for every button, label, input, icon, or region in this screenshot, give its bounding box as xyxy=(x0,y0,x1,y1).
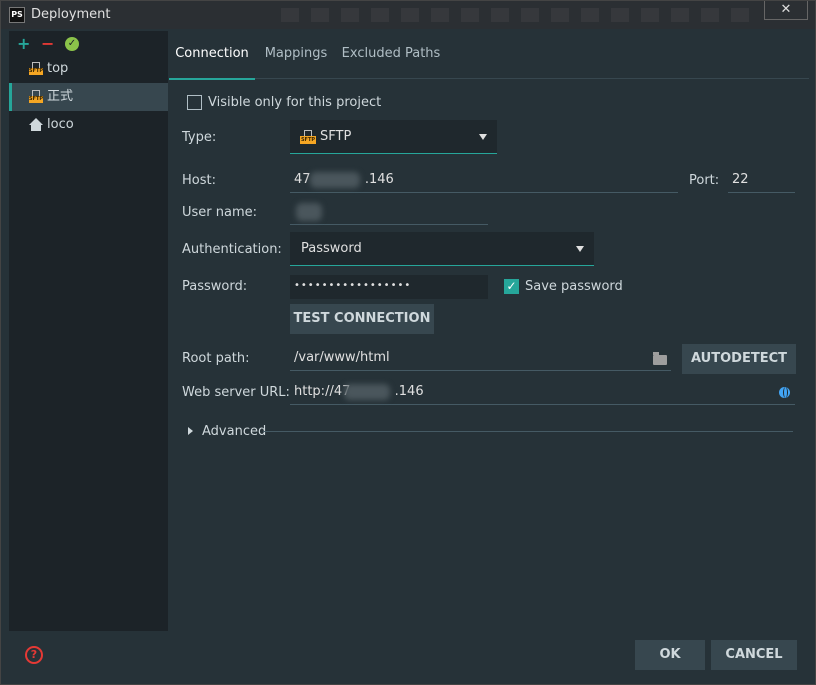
phpstorm-app-icon: PS xyxy=(9,7,25,23)
port-input[interactable]: 22 xyxy=(728,169,795,193)
type-dropdown[interactable]: SFTP SFTP xyxy=(290,120,497,154)
test-connection-button[interactable]: TEST CONNECTION xyxy=(290,304,434,334)
server-item-top[interactable]: SFTP top xyxy=(9,55,168,83)
tab-bar: Connection Mappings Excluded Paths xyxy=(169,31,809,80)
deployment-dialog: PS Deployment ✕ + − ✓ SFTP top SFTP 正式 l… xyxy=(0,0,816,685)
host-label: Host: xyxy=(182,173,216,188)
cancel-button[interactable]: CANCEL xyxy=(711,640,797,670)
server-item-label: top xyxy=(47,61,69,76)
server-list: SFTP top SFTP 正式 loco xyxy=(9,55,168,139)
visible-only-checkbox[interactable] xyxy=(187,95,202,110)
host-value-suffix: .146 xyxy=(364,172,394,187)
authentication-dropdown[interactable]: Password xyxy=(290,232,594,266)
selection-indicator xyxy=(9,83,12,111)
server-item-label: loco xyxy=(47,117,74,132)
set-default-icon[interactable]: ✓ xyxy=(65,37,79,51)
sftp-icon: SFTP xyxy=(29,62,43,76)
server-item-loco[interactable]: loco xyxy=(9,111,168,139)
server-sidebar: + − ✓ SFTP top SFTP 正式 loco xyxy=(9,31,168,631)
password-input[interactable]: ••••••••••••••••• xyxy=(290,275,488,299)
advanced-divider xyxy=(263,431,793,432)
host-input[interactable]: 47 .146 xyxy=(290,169,678,193)
host-value-prefix: 47 xyxy=(294,172,311,187)
root-path-value: /var/www/html xyxy=(294,350,390,365)
remove-server-icon[interactable]: − xyxy=(41,35,54,53)
type-label: Type: xyxy=(182,130,217,145)
port-label: Port: xyxy=(689,173,720,188)
username-label: User name: xyxy=(182,205,258,220)
sftp-icon: SFTP xyxy=(300,130,316,144)
sftp-icon: SFTP xyxy=(29,90,43,104)
server-item-label: 正式 xyxy=(47,89,74,104)
redacted-blur xyxy=(344,384,390,400)
authentication-label: Authentication: xyxy=(182,242,282,257)
web-url-label: Web server URL: xyxy=(182,385,290,400)
server-item-zhengshi[interactable]: SFTP 正式 xyxy=(9,83,168,111)
save-password-checkbox[interactable]: ✓ xyxy=(504,279,519,294)
redacted-blur xyxy=(310,172,360,188)
type-value: SFTP xyxy=(320,129,352,144)
folder-icon[interactable] xyxy=(653,352,667,365)
redacted-blur xyxy=(296,203,322,221)
username-input[interactable] xyxy=(290,201,488,225)
chevron-down-icon xyxy=(479,134,487,140)
save-password-label: Save password xyxy=(525,279,623,294)
tab-mappings[interactable]: Mappings xyxy=(259,31,333,79)
visible-only-label: Visible only for this project xyxy=(208,95,382,110)
advanced-section-label[interactable]: Advanced xyxy=(202,424,266,439)
ok-button[interactable]: OK xyxy=(635,640,705,670)
background-toolbar-ghost xyxy=(281,8,751,22)
add-server-icon[interactable]: + xyxy=(17,35,30,53)
password-label: Password: xyxy=(182,279,248,294)
window-title: Deployment xyxy=(31,7,111,22)
globe-icon[interactable] xyxy=(779,387,790,398)
home-icon xyxy=(29,118,43,132)
web-url-suffix: .146 xyxy=(394,384,424,399)
autodetect-button[interactable]: AUTODETECT xyxy=(682,344,796,374)
root-path-input[interactable]: /var/www/html xyxy=(290,347,671,371)
expand-arrow-icon[interactable] xyxy=(188,427,193,435)
web-url-prefix: http://47 xyxy=(294,384,351,399)
tab-connection[interactable]: Connection xyxy=(169,31,255,80)
tab-excluded-paths[interactable]: Excluded Paths xyxy=(341,31,441,79)
chevron-down-icon xyxy=(576,246,584,252)
root-path-label: Root path: xyxy=(182,351,250,366)
web-url-input[interactable]: http://47 .146 xyxy=(290,381,795,405)
authentication-value: Password xyxy=(301,241,362,256)
help-icon[interactable]: ? xyxy=(25,646,43,664)
title-bar: PS Deployment ✕ xyxy=(1,1,815,29)
close-button[interactable]: ✕ xyxy=(764,1,808,20)
